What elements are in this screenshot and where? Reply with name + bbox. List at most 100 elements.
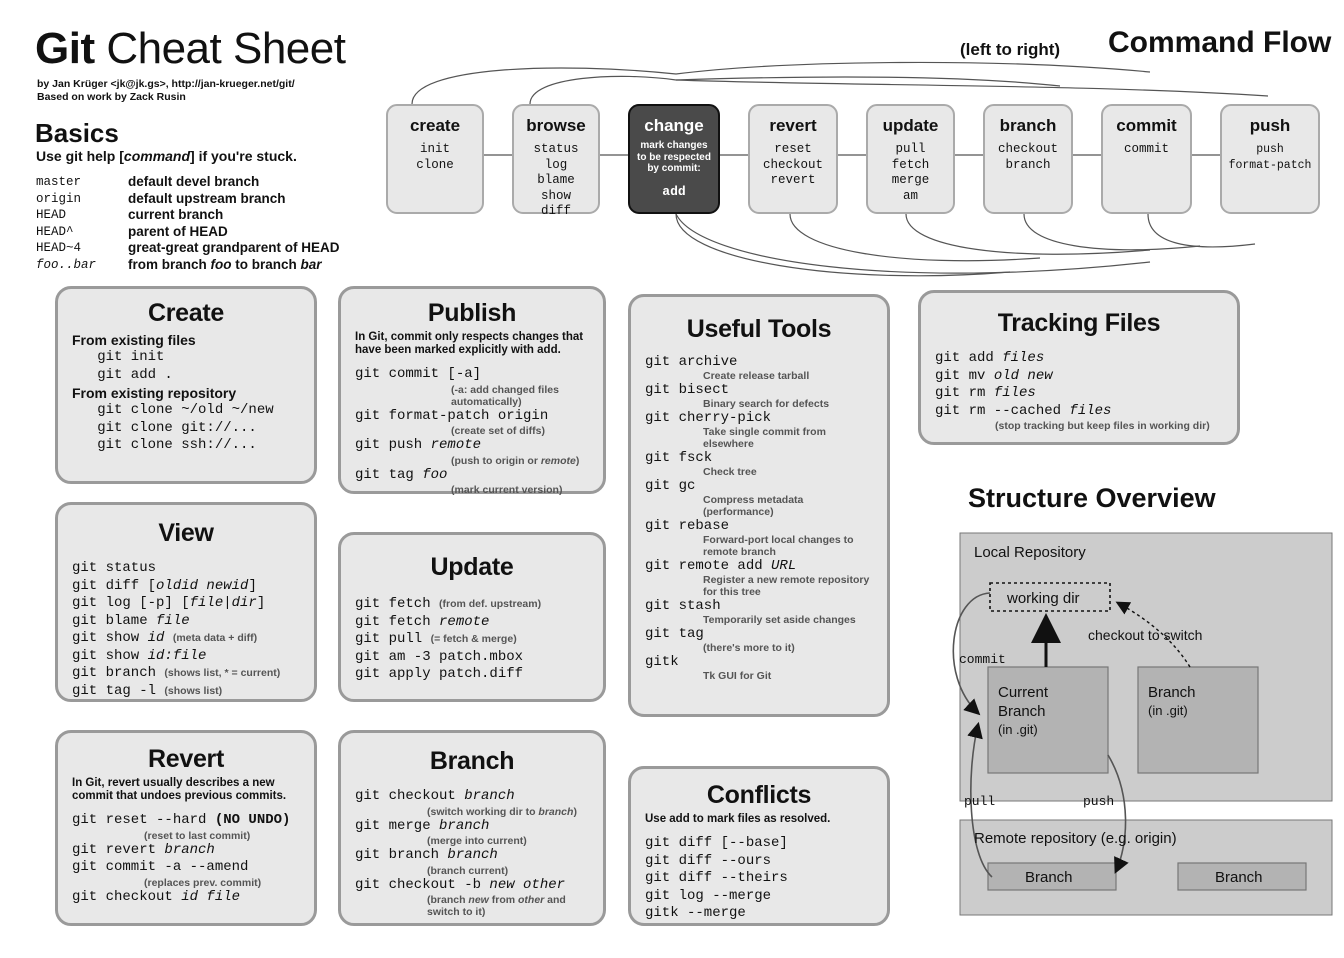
conflicts-cmd-1: git diff [--base] [645,835,788,851]
card-revert-title: Revert [147,745,225,773]
card-publish-title: Publish [427,299,517,327]
flow-box-commit-name: commit [1116,116,1177,135]
pull-arrow-label: pull [964,794,995,809]
update-cmd-5: git apply patch.diff [355,666,524,682]
revert-note-1: (reset to last commit) [144,829,251,842]
commit-arrow-label: commit [959,652,1006,667]
command-flow-diagram: create init clone browse status log blame sh… [0,0,1344,290]
card-create-cmd-5: git clone ssh://... [72,437,257,453]
card-branch-title: Branch [429,747,515,775]
tool-desc: Register a new remote repository for this… [703,574,870,598]
view-cmd-7: git branch (shows list, * = current) [72,665,281,681]
flow-box-update[interactable]: update pull fetch merge am [866,104,955,214]
card-update-body: git fetch (from def. upstream) git fetch… [355,596,589,684]
card-tracking-files-body: git add files git mv old new git rm file… [935,350,1223,432]
tool-cmd: git tag [645,626,704,642]
tool-cmd: git rebase [645,518,730,534]
tracking-note: (stop tracking but keep files in working… [995,420,1210,432]
flow-box-push-name: push [1249,116,1291,135]
view-cmd-3: git log [-p] [file|dir] [72,595,266,611]
card-publish-cmd-2: git format-patch origin [355,407,549,424]
structure-overview-diagram: Local Repository working dir Current Bra… [920,515,1340,920]
tool-desc: Check tree [703,466,757,478]
tool-cmd: git archive [645,354,738,370]
card-publish: Publish In Git, commit only respects cha… [338,286,606,496]
card-conflicts-intro: Use add to mark files as resolved. [645,813,831,825]
card-view-title: View [158,519,214,547]
revert-cmd-4: git checkout id file [72,888,241,905]
card-useful-tools-title: Useful Tools [686,315,832,343]
card-branch-body: git checkout branch (switch working dir … [355,788,589,918]
tool-cmd: git cherry-pick [645,410,772,426]
flow-box-push[interactable]: push push format-patch [1220,104,1320,214]
branch-box-line2: (in .git) [1148,703,1188,718]
current-branch-line3: (in .git) [998,722,1038,737]
tracking-cmd-4: git rm --cached files [935,402,1112,419]
flow-box-revert-cmds: reset checkout revert [762,142,823,187]
card-tracking-files: Tracking Files git add files git mv old … [918,290,1240,445]
card-tracking-files-title: Tracking Files [997,309,1161,337]
card-conflicts-body: git diff [--base] git diff --ours git di… [645,835,873,923]
card-revert-intro: In Git, revert usually describes a new c… [72,777,287,802]
flow-box-browse[interactable]: browse status log blame show diff [512,104,600,218]
tool-desc: Tk GUI for Git [703,670,772,682]
view-note-8: (shows list) [164,684,223,697]
flow-box-revert[interactable]: revert reset checkout revert [748,104,838,214]
tracking-cmd-1: git add files [935,350,1045,366]
flow-box-change[interactable]: change mark changes to be respected by com… [628,104,720,214]
branch-cmd-2: git merge branch [355,817,490,834]
tool-cmd: gitk [645,654,679,670]
flow-box-browse-name: browse [526,116,586,135]
card-create-cmd-1: git init [72,349,165,365]
view-cmd-2: git diff [oldid newid] [72,577,257,594]
update-cmd-4: git am -3 patch.mbox [355,648,524,665]
view-cmd-5: git show id (meta data + diff) [72,630,258,646]
view-note-7: (shows list, * = current) [164,667,281,679]
flow-box-change-desc: mark changes to be respected by commit: [637,140,711,174]
conflicts-cmd-5: gitk --merge [645,905,746,921]
tool-desc: Compress metadata (performance) [703,494,804,518]
flow-box-commit[interactable]: commit commit [1101,104,1192,214]
revert-cmd-3: git commit -a --amend [72,859,249,875]
card-publish-note-3: (push to origin or remote) [451,454,580,467]
card-create: Create From existing files git init git … [55,286,317,484]
view-cmd-1: git status [72,560,157,576]
card-create-cmd-4: git clone git://... [72,419,257,436]
structure-overview-svg: Local Repository working dir Current Bra… [952,532,1333,916]
card-create-cmd-2: git add . [72,366,173,383]
revert-cmd-2: git revert branch [72,841,215,858]
push-arrow-label: push [1083,794,1114,809]
tool-cmd: git remote add URL [645,558,797,574]
flow-box-change-cmds: add [662,183,686,199]
card-create-title: Create [147,299,225,327]
tool-cmd: git fsck [645,450,713,466]
tool-cmd: git gc [645,478,696,494]
card-conflicts-title: Conflicts [706,781,812,809]
update-note-3: (= fetch & merge) [430,633,517,645]
card-publish-body: git commit [-a] (-a: add changed files au… [355,366,589,496]
structure-overview-title: Structure Overview [968,483,1216,513]
flow-box-create[interactable]: create init clone [386,104,484,214]
checkout-arrow-label: checkout to switch [1088,627,1202,643]
card-conflicts: Conflicts Use add to mark files as resol… [628,766,890,926]
card-publish-intro: In Git, commit only respects changes tha… [355,331,584,356]
card-view: View git status git diff [oldid newid] g… [55,502,317,702]
update-cmd-1: git fetch (from def. upstream) [355,596,542,612]
conflicts-cmd-4: git log --merge [645,887,772,904]
flow-box-revert-name: revert [769,116,817,135]
flow-box-browse-cmds: status log blame show diff [533,142,579,218]
update-cmd-2: git fetch remote [355,613,490,630]
current-branch-line2: Branch [998,703,1046,720]
flow-box-commit-cmds: commit [1123,142,1169,156]
card-publish-note-4: (mark current version) [451,484,563,496]
card-publish-cmd-3: git push remote [355,437,482,453]
flow-box-branch[interactable]: branch checkout branch [983,104,1073,214]
tool-cmd: git stash [645,598,721,614]
card-publish-cmd-4: git tag foo [355,466,448,483]
card-update-title: Update [430,553,514,581]
remote-repository-label: Remote repository (e.g. origin) [974,830,1177,847]
card-publish-note-2: (create set of diffs) [451,425,545,437]
local-repository-label: Local Repository [974,544,1086,561]
flow-box-update-name: update [882,116,939,135]
branch-cmd-1: git checkout branch [355,788,515,804]
